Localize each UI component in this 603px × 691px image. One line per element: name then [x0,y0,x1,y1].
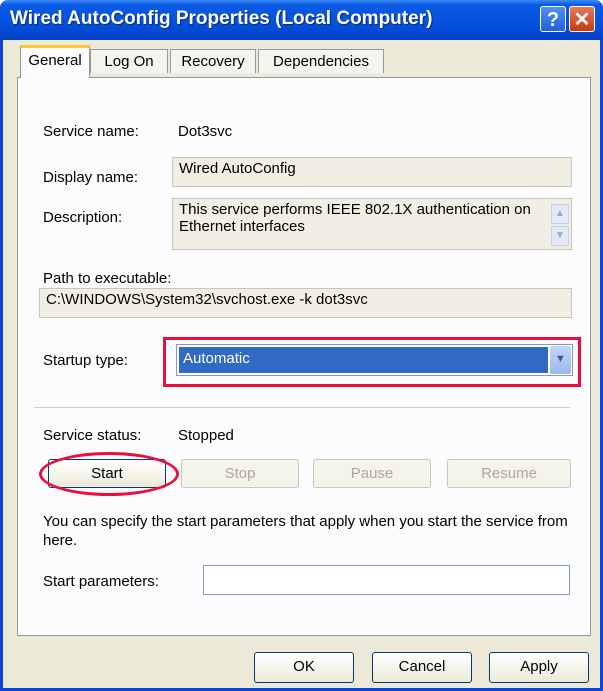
chevron-down-icon[interactable]: ▼ [550,346,571,374]
startup-type-select[interactable]: Automatic ▼ [176,344,573,376]
window-title: Wired AutoConfig Properties (Local Compu… [10,8,433,29]
display-name-value: Wired AutoConfig [179,160,296,177]
start-parameters-input[interactable] [203,565,570,595]
stop-button[interactable]: Stop [181,459,299,488]
service-status-value: Stopped [178,427,234,444]
apply-button[interactable]: Apply [489,652,589,683]
tab-dependencies[interactable]: Dependencies [258,49,384,73]
separator [34,407,570,409]
resume-button[interactable]: Resume [447,459,571,488]
down-arrow-icon[interactable]: ▼ [551,226,569,246]
description-label: Description: [43,209,123,226]
help-button[interactable]: ? [540,6,566,32]
path-value: C:\WINDOWS\System32\svchost.exe -k dot3s… [46,291,368,308]
display-name-label: Display name: [43,169,139,186]
up-arrow-icon[interactable]: ▲ [551,204,569,224]
startup-type-label: Startup type: [43,352,129,369]
tab-general[interactable]: General [20,45,90,78]
properties-dialog: Wired AutoConfig Properties (Local Compu… [0,0,603,691]
tab-recovery[interactable]: Recovery [170,49,256,73]
path-field[interactable]: C:\WINDOWS\System32\svchost.exe -k dot3s… [39,288,572,318]
ok-button[interactable]: OK [254,652,354,683]
title-bar[interactable]: Wired AutoConfig Properties (Local Compu… [0,0,603,40]
start-parameters-label: Start parameters: [43,573,159,590]
display-name-field[interactable]: Wired AutoConfig [172,157,572,187]
service-name-label: Service name: [43,123,139,140]
pause-button[interactable]: Pause [313,459,431,488]
path-label: Path to executable: [43,270,172,287]
close-button[interactable]: ✕ [569,6,595,32]
service-name-value: Dot3svc [178,123,233,140]
tab-log-on[interactable]: Log On [90,49,168,73]
description-value: This service performs IEEE 802.1X authen… [179,201,531,235]
start-parameters-help-text: You can specify the start parameters tha… [43,513,568,549]
service-status-label: Service status: [43,427,142,444]
description-field[interactable]: This service performs IEEE 802.1X authen… [172,198,572,250]
cancel-button[interactable]: Cancel [372,652,472,683]
start-button-highlight [39,452,179,496]
startup-type-value: Automatic [179,347,548,373]
